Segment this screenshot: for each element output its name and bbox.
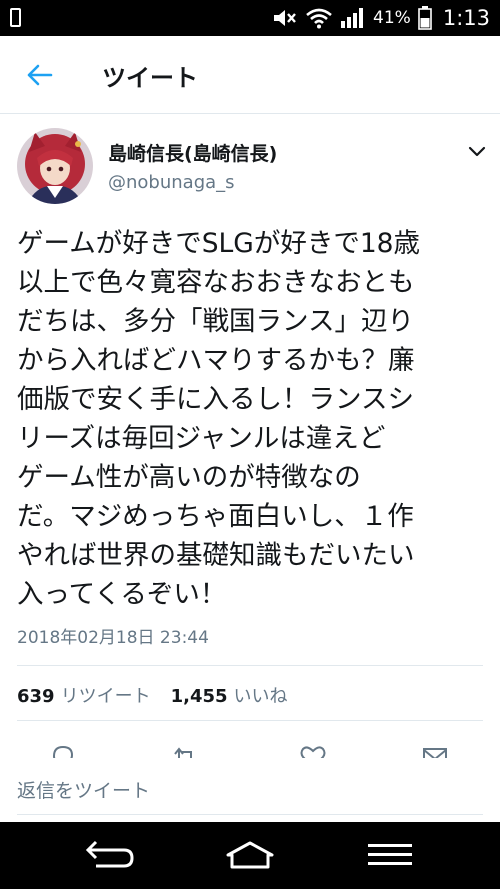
back-nav-icon[interactable] [84,838,136,872]
mute-icon [274,10,296,26]
like-count: 1,455 [170,686,228,707]
user-handle[interactable]: @nobunaga_s [108,172,235,193]
menu-nav-icon[interactable] [368,838,412,872]
signal-icon [341,8,364,28]
like-label: いいね [233,686,288,707]
system-nav-bar [0,822,500,889]
likes-stat[interactable]: 1,455 いいね [171,682,288,708]
reply-composer: 返信をツイート [0,758,500,822]
wifi-icon [306,8,332,29]
chevron-down-icon[interactable] [466,140,488,162]
action-bar [0,742,500,758]
reply-underline [17,814,483,815]
retweet-label: リツイート [60,686,151,707]
app-header: ツイート [0,36,500,114]
phone-icon [10,8,21,27]
display-name[interactable]: 島崎信長(島崎信長) [108,139,277,166]
avatar[interactable] [17,128,93,204]
tweet-text: ゲームが好きでSLGが好きで18歳 以上で色々寛容なおおきなおとも だちは、多分… [17,228,421,610]
retweet-count: 639 [17,686,55,707]
battery-icon [418,6,432,30]
tweet-timestamp: 2018年02月18日 23:44 [17,628,209,648]
battery-percent: 41% [373,8,411,28]
heart-icon[interactable] [298,742,328,758]
retweet-icon[interactable] [170,742,200,758]
divider [17,720,483,721]
reply-input[interactable]: 返信をツイート [17,776,150,803]
arrow-left-icon[interactable] [24,60,54,90]
message-icon[interactable] [420,742,450,758]
tweet-stats: 639 リツイート 1,455 いいね [17,682,288,708]
clock: 1:13 [442,6,490,30]
page-title: ツイート [102,64,198,92]
divider [17,665,483,666]
reply-icon[interactable] [48,742,78,758]
status-bar: 41% 1:13 [0,0,500,36]
home-nav-icon[interactable] [224,838,276,872]
retweets-stat[interactable]: 639 リツイート [17,682,151,708]
